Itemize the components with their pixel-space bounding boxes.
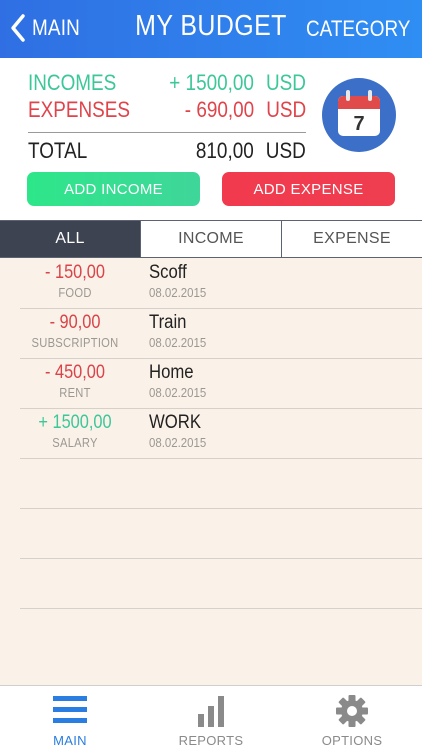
tab-income[interactable]: INCOME xyxy=(140,221,281,257)
entry-date: 08.02.2015 xyxy=(149,335,207,350)
tab-options[interactable]: OPTIONS xyxy=(282,686,422,750)
tab-reports[interactable]: REPORTS xyxy=(141,686,281,750)
entry-date: 08.02.2015 xyxy=(149,435,207,450)
expenses-label: EXPENSES xyxy=(28,97,131,122)
entry-category: FOOD xyxy=(58,285,92,300)
row-separator xyxy=(20,558,422,559)
entry-amount: - 450,00 xyxy=(45,362,105,383)
entry-name: Scoff xyxy=(149,262,187,283)
list-item[interactable]: + 1500,00 SALARY WORK 08.02.2015 xyxy=(0,408,422,458)
menu-icon xyxy=(53,696,87,723)
tab-options-label: OPTIONS xyxy=(321,733,383,748)
total-row: TOTAL 810,00 USD xyxy=(28,138,306,164)
gear-icon xyxy=(336,695,368,727)
bottom-tab-bar: MAIN REPORTS OPTIONS xyxy=(0,685,422,750)
entry-amount: - 90,00 xyxy=(49,312,101,333)
calendar-day-number: 7 xyxy=(353,113,364,135)
tab-main[interactable]: MAIN xyxy=(0,686,140,750)
incomes-value: + 1500,00 xyxy=(169,70,255,95)
entry-date: 08.02.2015 xyxy=(149,385,207,400)
list-item[interactable]: - 450,00 RENT Home 08.02.2015 xyxy=(0,358,422,408)
add-income-button[interactable]: ADD INCOME xyxy=(27,172,200,206)
total-label: TOTAL xyxy=(28,138,88,163)
list-item[interactable]: - 150,00 FOOD Scoff 08.02.2015 xyxy=(0,258,422,308)
row-separator xyxy=(20,608,422,609)
transactions-list: - 150,00 FOOD Scoff 08.02.2015 - 90,00 S… xyxy=(0,258,422,685)
total-currency: USD xyxy=(266,138,306,163)
expenses-value: - 690,00 xyxy=(184,97,255,122)
entry-category: RENT xyxy=(59,385,91,400)
top-navigation-bar: MAIN MY BUDGET CATEGORY xyxy=(0,0,422,58)
list-item[interactable]: - 90,00 SUBSCRIPTION Train 08.02.2015 xyxy=(0,308,422,358)
incomes-label: INCOMES xyxy=(28,70,117,95)
row-separator xyxy=(20,508,422,509)
tab-main-label: MAIN xyxy=(53,733,87,748)
expenses-value-group: - 690,00 USD xyxy=(185,97,306,123)
tab-expense[interactable]: EXPENSE xyxy=(281,221,422,257)
summary-divider xyxy=(28,132,306,133)
chevron-left-icon xyxy=(11,14,25,42)
entry-name: Home xyxy=(149,362,194,383)
tab-reports-label: REPORTS xyxy=(178,733,244,748)
incomes-row: INCOMES + 1500,00 USD xyxy=(28,70,306,96)
incomes-value-group: + 1500,00 USD xyxy=(169,70,306,96)
calendar-button[interactable]: 7 xyxy=(322,78,396,152)
filter-tabs: ALL INCOME EXPENSE xyxy=(0,220,422,258)
bar-chart-icon xyxy=(198,696,224,727)
entry-date: 08.02.2015 xyxy=(149,285,207,300)
total-value-group: 810,00 USD xyxy=(196,138,306,164)
incomes-currency: USD xyxy=(266,70,306,95)
entry-amount: + 1500,00 xyxy=(38,412,112,433)
row-separator xyxy=(20,458,422,459)
entry-amount: - 150,00 xyxy=(45,262,105,283)
tab-all[interactable]: ALL xyxy=(0,221,140,257)
category-button[interactable]: CATEGORY xyxy=(306,16,410,42)
expenses-currency: USD xyxy=(266,97,306,122)
entry-name: Train xyxy=(149,312,187,333)
entry-category: SALARY xyxy=(52,435,98,450)
entry-name: WORK xyxy=(149,412,202,433)
expenses-row: EXPENSES - 690,00 USD xyxy=(28,97,306,123)
calendar-icon: 7 xyxy=(338,90,380,136)
add-expense-button[interactable]: ADD EXPENSE xyxy=(222,172,395,206)
total-value: 810,00 xyxy=(196,138,255,163)
budget-summary: INCOMES + 1500,00 USD EXPENSES - 690,00 US… xyxy=(0,58,422,220)
entry-category: SUBSCRIPTION xyxy=(31,335,119,350)
